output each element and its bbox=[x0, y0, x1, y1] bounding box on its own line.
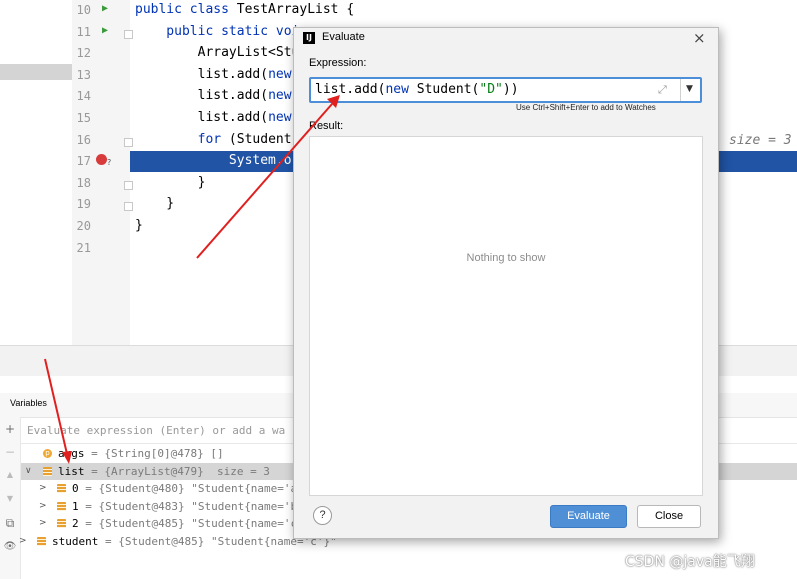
watermark: CSDN @java能飞翔 bbox=[625, 554, 755, 570]
annotation-arrow-2 bbox=[44, 358, 68, 455]
annotation-arrow-1 bbox=[196, 103, 333, 259]
annotation-arrows bbox=[44, 95, 340, 464]
arrowhead-2 bbox=[62, 451, 72, 464]
